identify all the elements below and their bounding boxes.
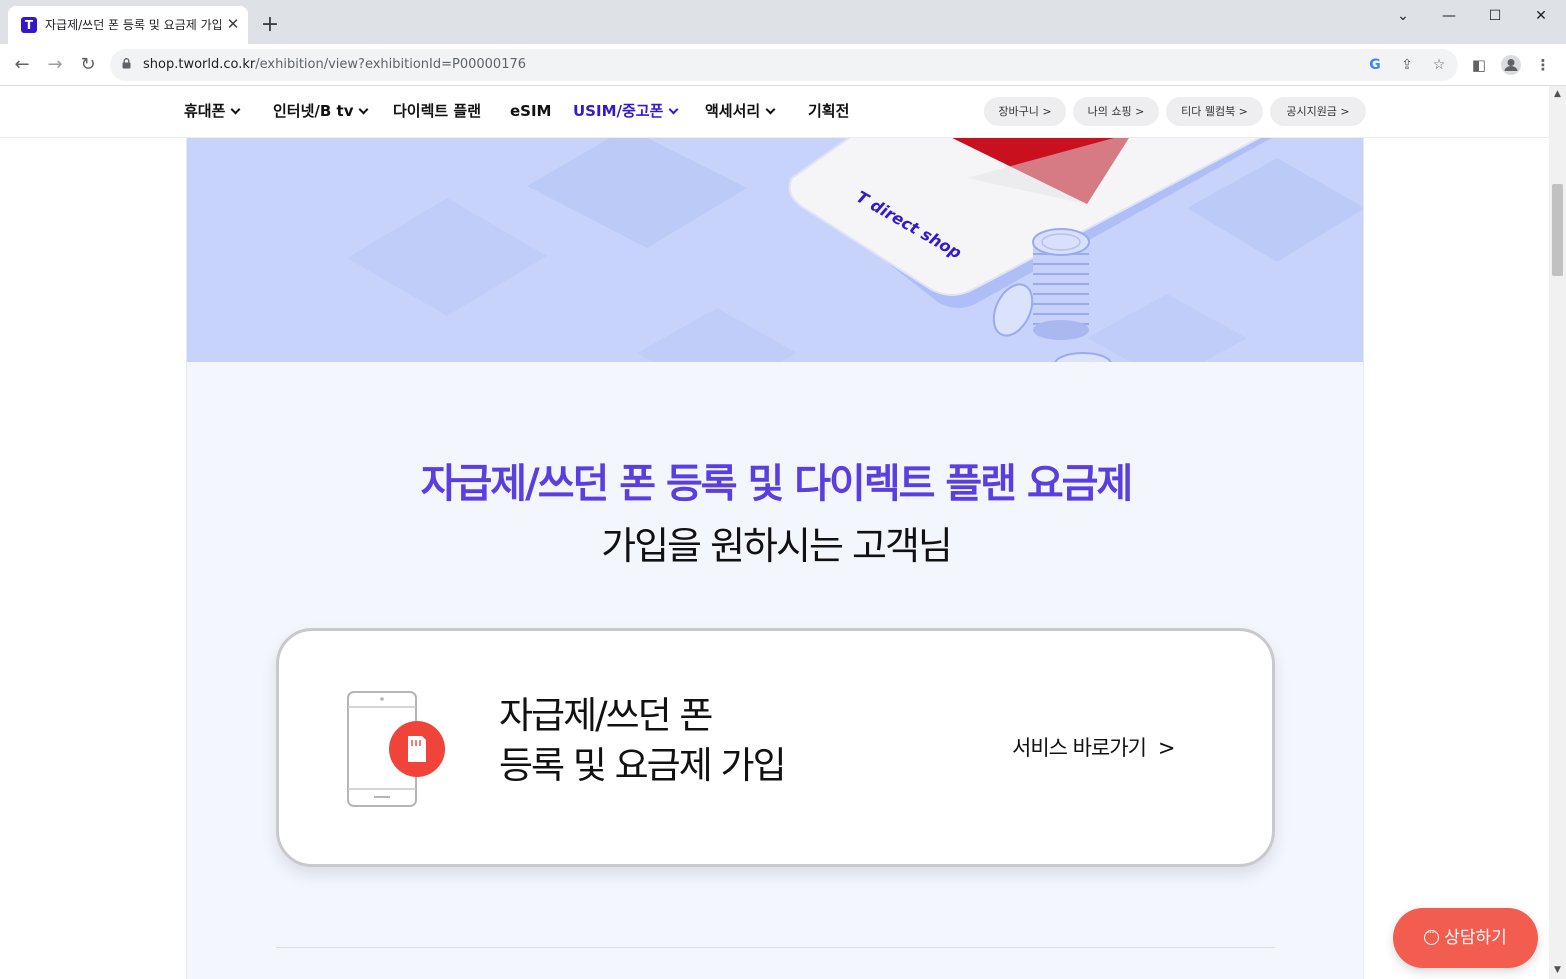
close-window-button[interactable]: ✕ <box>1518 6 1564 26</box>
profile-avatar <box>1501 55 1521 75</box>
browser-tab[interactable]: T 자급제/쓰던 폰 등록 및 요금제 가입 ✕ <box>8 6 248 44</box>
util-link-welcome-book[interactable]: 티다 웰컴북 > <box>1166 97 1263 126</box>
profile-icon[interactable] <box>1500 54 1522 76</box>
back-icon[interactable]: ← <box>9 52 35 78</box>
scroll-down-icon[interactable]: ▼ <box>1549 962 1566 979</box>
nav-item-label: 다이렉트 플랜 <box>393 102 482 120</box>
nav-item-esim[interactable]: eSIM <box>510 100 551 122</box>
google-icon[interactable]: G <box>1365 55 1385 75</box>
service-shortcut-label: 서비스 바로가기 <box>1012 736 1147 760</box>
maximize-button[interactable]: ☐ <box>1472 6 1518 26</box>
tab-search-button[interactable]: ⌄ <box>1380 6 1426 26</box>
sidepanel-icon[interactable]: ◧ <box>1468 54 1490 76</box>
hero-banner: T direct shop <box>187 138 1363 362</box>
nav-item-internet-btv[interactable]: 인터넷/B tv <box>273 100 369 122</box>
service-card-title-line2: 등록 및 요금제 가입 <box>499 744 787 787</box>
scrollbar-thumb[interactable] <box>1552 184 1563 276</box>
nav-item-label: 휴대폰 <box>184 102 226 120</box>
intro-heading: 자급제/쓰던 폰 등록 및 다이렉트 플랜 요금제 <box>420 461 1134 507</box>
phone-sim-icon <box>347 691 445 807</box>
url-host: shop.tworld.co.kr <box>143 57 256 72</box>
scroll-up-icon[interactable]: ▲ <box>1549 86 1566 103</box>
url-path: /exhibition/view?exhibitionId=P00000176 <box>255 57 527 72</box>
nav-item-phones[interactable]: 휴대폰 <box>184 100 241 122</box>
nav-item-label: 인터넷/B tv <box>273 102 354 120</box>
page-scrollbar[interactable]: ▲ ▼ <box>1549 86 1566 979</box>
star-icon[interactable]: ☆ <box>1429 55 1449 75</box>
nav-item-accessories[interactable]: 액세서리 <box>705 100 776 122</box>
util-link-subsidy[interactable]: 공시지원금 > <box>1270 97 1366 126</box>
util-link-my-shopping[interactable]: 나의 쇼핑 > <box>1073 97 1159 126</box>
lock-icon <box>122 58 131 69</box>
browser-tabstrip: T 자급제/쓰던 폰 등록 및 요금제 가입 ✕ + ⌄ — ☐ ✕ <box>0 0 1566 44</box>
util-link-cart[interactable]: 장바구니 > <box>984 97 1066 126</box>
forward-icon[interactable]: → <box>42 52 68 78</box>
url-text: shop.tworld.co.kr/exhibition/view?exhibi… <box>143 56 526 74</box>
tworld-favicon-icon: T <box>21 17 37 33</box>
share-icon[interactable]: ⇪ <box>1397 55 1417 75</box>
section-divider <box>276 947 1275 948</box>
chat-bubble-icon <box>1424 925 1440 945</box>
service-card[interactable]: 자급제/쓰던 폰 등록 및 요금제 가입 서비스 바로가기 > <box>276 628 1275 867</box>
exhibition-content: T direct shop 자급제/쓰던 폰 등록 및 다이렉트 플랜 요금제 … <box>186 138 1364 979</box>
intro-subheading: 가입을 원하시는 고객님 <box>601 524 953 568</box>
nav-item-direct-plan[interactable]: 다이렉트 플랜 <box>393 100 481 122</box>
site-nav: 휴대폰 인터넷/B tv 다이렉트 플랜 eSIM USIM/중고폰 액세서리 … <box>0 86 1549 138</box>
chevron-right-icon: > <box>1157 736 1176 760</box>
address-bar[interactable]: shop.tworld.co.kr/exhibition/view?exhibi… <box>110 49 1458 81</box>
new-tab-button[interactable]: + <box>258 13 282 37</box>
minimize-button[interactable]: — <box>1426 6 1472 26</box>
hero-illustration: T direct shop <box>347 138 1363 362</box>
tab-close-icon[interactable]: ✕ <box>224 15 242 33</box>
chevron-down-icon <box>668 104 679 115</box>
service-shortcut-link[interactable]: 서비스 바로가기 > <box>1012 732 1176 764</box>
nav-item-label: 기획전 <box>808 102 850 120</box>
nav-item-label: 액세서리 <box>705 102 761 120</box>
browser-toolbar: ← → ↻ shop.tworld.co.kr/exhibition/view?… <box>0 44 1566 86</box>
chevron-down-icon <box>359 104 369 115</box>
chevron-down-icon <box>765 104 776 115</box>
chat-consult-button[interactable]: 상담하기 <box>1393 908 1538 968</box>
service-card-title-line1: 자급제/쓰던 폰 <box>499 694 713 737</box>
page-viewport: 휴대폰 인터넷/B tv 다이렉트 플랜 eSIM USIM/중고폰 액세서리 … <box>0 86 1549 979</box>
reload-icon[interactable]: ↻ <box>75 52 101 78</box>
nav-item-usim-used-phone[interactable]: USIM/중고폰 <box>573 100 679 122</box>
tab-title: 자급제/쓰던 폰 등록 및 요금제 가입 <box>45 18 221 32</box>
menu-icon[interactable]: ⋮ <box>1532 54 1554 76</box>
nav-item-exhibitions[interactable]: 기획전 <box>808 100 849 122</box>
chevron-down-icon <box>230 104 241 115</box>
service-card-title: 자급제/쓰던 폰 등록 및 요금제 가입 <box>499 691 787 791</box>
chat-consult-label: 상담하기 <box>1444 928 1507 948</box>
nav-item-label: USIM/중고폰 <box>573 102 664 120</box>
nav-item-label: eSIM <box>510 102 552 120</box>
